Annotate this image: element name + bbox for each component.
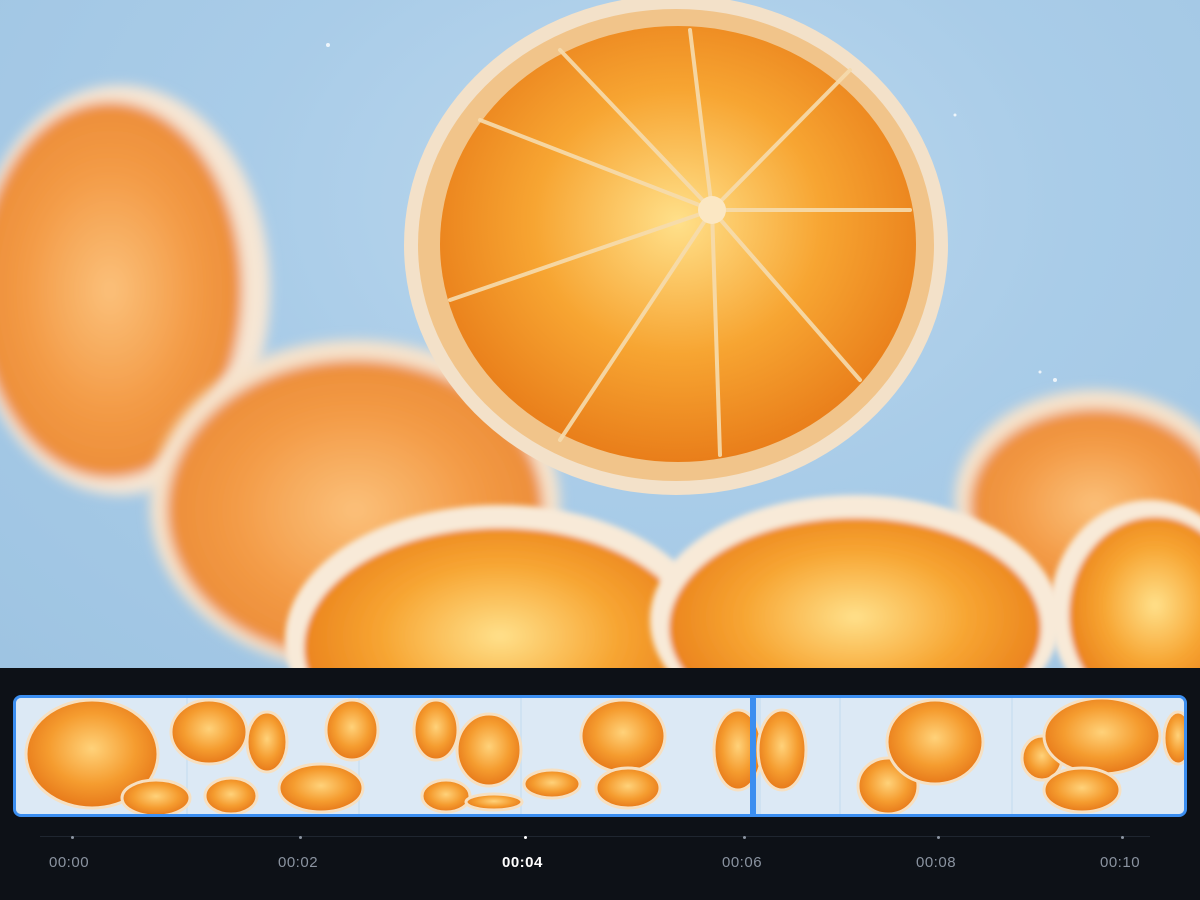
- time-label-3[interactable]: 00:06: [722, 854, 762, 871]
- filmstrip-thumbnails: [16, 698, 1184, 814]
- filmstrip-track[interactable]: [13, 695, 1187, 817]
- time-label-4[interactable]: 00:08: [916, 854, 956, 871]
- tick-00-02: [299, 836, 302, 839]
- tick-00-08: [937, 836, 940, 839]
- timeline-panel: 00:00 00:02 00:04 00:06 00:08 00:10: [0, 668, 1200, 900]
- time-label-2[interactable]: 00:04: [502, 854, 543, 871]
- time-ruler: [40, 836, 1150, 837]
- time-label-5[interactable]: 00:10: [1100, 854, 1140, 871]
- time-label-0[interactable]: 00:00: [49, 854, 89, 871]
- tick-00-10: [1121, 836, 1124, 839]
- tick-00-04: [524, 836, 527, 839]
- tick-00-00: [71, 836, 74, 839]
- time-label-1[interactable]: 00:02: [278, 854, 318, 871]
- playhead[interactable]: [750, 695, 756, 817]
- tick-00-06: [743, 836, 746, 839]
- orange-slices-frame-image: [0, 0, 1200, 668]
- video-preview[interactable]: [0, 0, 1200, 668]
